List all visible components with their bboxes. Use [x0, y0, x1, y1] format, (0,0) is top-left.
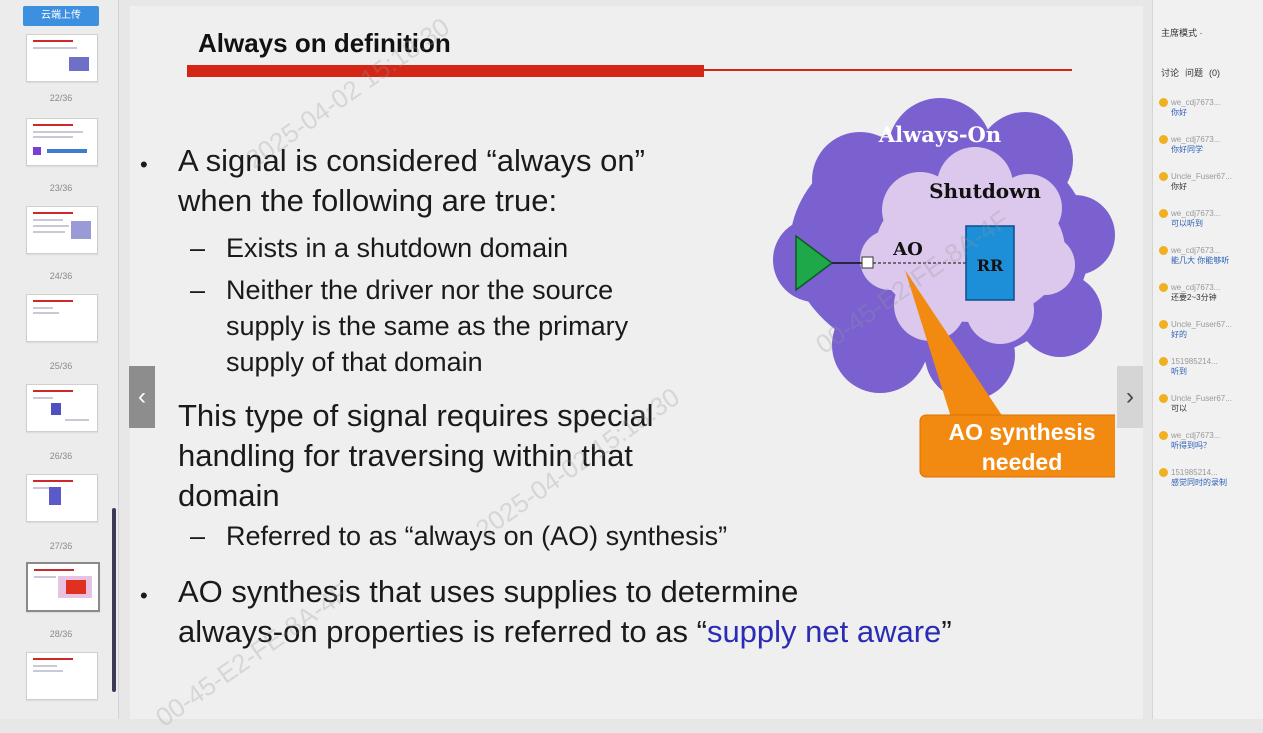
chat-message: Uncle_Fuser67... 可以 [1159, 394, 1232, 414]
slide-title: Always on definition [198, 28, 451, 58]
sub-bullet-1: – Exists in a shutdown domain [190, 233, 569, 263]
chat-message: 151985214... 感觉同时的录制 [1159, 468, 1227, 488]
slide-thumbnail[interactable] [26, 474, 98, 522]
title-underline [187, 65, 704, 77]
mode-selector[interactable]: 主席模式 · [1161, 26, 1203, 39]
chat-text: 你好 [1171, 182, 1187, 191]
chat-username: we_cdj7673... [1171, 431, 1221, 440]
slide-thumbnail[interactable] [26, 206, 98, 254]
user-avatar-icon [1159, 98, 1168, 107]
bullet-3: • AO synthesis that uses supplies to det… [140, 574, 952, 649]
user-avatar-icon [1159, 209, 1168, 218]
bullet-dot: • [140, 152, 148, 177]
slide-thumbnail[interactable] [26, 294, 98, 342]
rail-scrollbar[interactable] [112, 508, 116, 692]
chat-username: Uncle_Fuser67... [1171, 394, 1232, 403]
chat-text: 好的 [1171, 330, 1187, 339]
label-ao: AO [892, 239, 923, 260]
tab-discussion[interactable]: 讨论 [1161, 68, 1179, 78]
slide-number: 22/36 [49, 93, 73, 103]
chat-username: Uncle_Fuser67... [1171, 172, 1232, 181]
slide-thumbnail[interactable] [26, 652, 98, 700]
chat-message: we_cdj7673... 可以听到 [1159, 209, 1221, 229]
slide-thumbnail[interactable] [26, 34, 98, 82]
user-avatar-icon [1159, 320, 1168, 329]
user-avatar-icon [1159, 283, 1168, 292]
chat-username: we_cdj7673... [1171, 283, 1221, 292]
user-avatar-icon [1159, 135, 1168, 144]
slide-number: 28/36 [49, 629, 73, 639]
ao-buffer-box [861, 256, 874, 269]
tab-questions[interactable]: 问题 [1185, 68, 1203, 78]
chat-message: Uncle_Fuser67... 你好 [1159, 172, 1232, 192]
slide-thumbnail[interactable] [26, 118, 98, 166]
chat-username: we_cdj7673... [1171, 98, 1221, 107]
sub-bullet-3: – Referred to as “always on (AO) synthes… [190, 521, 728, 551]
sub-bullet-2: – Neither the driver nor the source supp… [190, 275, 629, 377]
next-slide-button[interactable]: › [1117, 366, 1143, 428]
slide-number: 25/36 [49, 361, 73, 371]
chat-text: 能几大 你能够听 [1171, 256, 1230, 265]
chat-text: 还要2~3分钟 [1171, 293, 1217, 302]
callout-line-1: AO synthesis [949, 419, 1096, 445]
user-avatar-icon [1159, 246, 1168, 255]
label-rr: RR [977, 256, 1004, 275]
title-underline-thin [704, 69, 1072, 71]
slide-number: 24/36 [49, 271, 73, 281]
chat-username: we_cdj7673... [1171, 246, 1221, 255]
slide-number: 27/36 [49, 541, 73, 551]
always-on-diagram: Always-On Shutdown AO RR AO synthesis ne… [770, 90, 1126, 490]
chat-text: 可以 [1171, 404, 1187, 413]
chat-username: we_cdj7673... [1171, 135, 1221, 144]
chat-text: 你好 [1171, 108, 1187, 117]
highlight-supply-net-aware: supply net aware [706, 614, 942, 649]
callout-line-2: needed [982, 449, 1063, 475]
chat-message: we_cdj7673... 你好同学 [1159, 135, 1221, 155]
chat-username: 151985214... [1171, 357, 1218, 366]
chat-message: we_cdj7673... 听得到吗？ [1159, 431, 1221, 451]
chat-username: Uncle_Fuser67... [1171, 320, 1232, 329]
chat-tabs: 讨论 问题 (0) [1161, 66, 1226, 79]
chat-text: 感觉同时的录制 [1171, 478, 1227, 487]
chat-message: 151985214... 听到 [1159, 357, 1218, 377]
chat-text: 听得到吗？ [1171, 441, 1211, 450]
chat-text: 你好同学 [1171, 145, 1203, 154]
user-avatar-icon [1159, 468, 1168, 477]
slide-number: 23/36 [49, 183, 73, 193]
slide-thumbnail-current[interactable] [26, 562, 100, 612]
label-always-on: Always-On [878, 122, 1001, 147]
bullet-dot: • [140, 583, 148, 608]
chat-username: we_cdj7673... [1171, 209, 1221, 218]
user-avatar-icon [1159, 431, 1168, 440]
upload-button[interactable]: 云端上传 [23, 6, 99, 26]
question-count: (0) [1209, 68, 1221, 78]
user-avatar-icon [1159, 172, 1168, 181]
chat-text: 可以听到 [1171, 219, 1203, 228]
chat-message: Uncle_Fuser67... 好的 [1159, 320, 1232, 340]
chat-panel: 主席模式 · 讨论 问题 (0) we_cdj7673... 你好 we_cdj7673… [1152, 0, 1263, 719]
prev-slide-button[interactable]: ‹ [129, 366, 155, 428]
slide-thumbnail-rail: 云端上传 22/36 23/36 24/36 25/36 26/36 27/36… [0, 0, 119, 719]
label-shutdown: Shutdown [929, 179, 1041, 203]
chat-message: we_cdj7673... 能几大 你能够听 [1159, 246, 1230, 266]
user-avatar-icon [1159, 394, 1168, 403]
diagram-svg: Always-On Shutdown AO RR AO synthesis ne… [773, 98, 1126, 478]
bullet-2: • This type of signal requires special h… [140, 396, 654, 516]
slide-thumbnail[interactable] [26, 384, 98, 432]
slide-number: 26/36 [49, 451, 73, 461]
chat-username: 151985214... [1171, 468, 1218, 477]
user-avatar-icon [1159, 357, 1168, 366]
chat-text: 听到 [1171, 367, 1187, 376]
chat-message: we_cdj7673... 你好 [1159, 98, 1221, 118]
chat-message: we_cdj7673... 还要2~3分钟 [1159, 283, 1221, 303]
bullet-1: • A signal is considered “always on” whe… [140, 143, 645, 218]
